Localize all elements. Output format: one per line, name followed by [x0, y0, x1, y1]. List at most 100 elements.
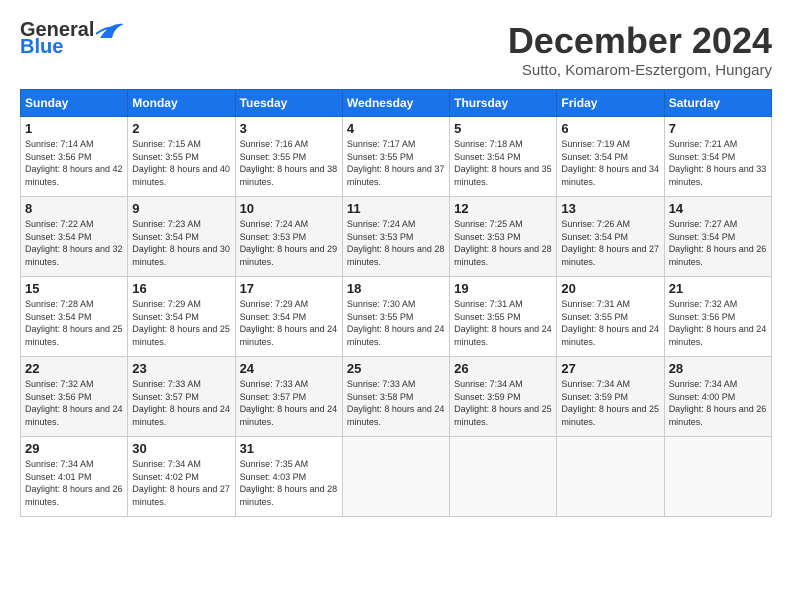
- week-row-5: 29 Sunrise: 7:34 AMSunset: 4:01 PMDayligh…: [21, 437, 772, 517]
- calendar-body: 1 Sunrise: 7:14 AMSunset: 3:56 PMDaylight…: [21, 117, 772, 517]
- calendar-cell: 26Sunrise: 7:34 AMSunset: 3:59 PMDayligh…: [450, 357, 557, 437]
- day-number: 27: [561, 361, 659, 376]
- day-number: 24: [240, 361, 338, 376]
- logo: General Blue: [20, 20, 124, 59]
- day-number: 25: [347, 361, 445, 376]
- day-info: Sunrise: 7:34 AMSunset: 4:02 PMDaylight:…: [132, 458, 230, 508]
- week-row-1: 1 Sunrise: 7:14 AMSunset: 3:56 PMDaylight…: [21, 117, 772, 197]
- day-number: 11: [347, 201, 445, 216]
- header-day-saturday: Saturday: [664, 90, 771, 117]
- day-number: 17: [240, 281, 338, 296]
- calendar-cell: 2Sunrise: 7:15 AMSunset: 3:55 PMDaylight…: [128, 117, 235, 197]
- calendar-header: SundayMondayTuesdayWednesdayThursdayFrid…: [21, 90, 772, 117]
- day-number: 22: [25, 361, 123, 376]
- day-number: 31: [240, 441, 338, 456]
- day-info: Sunrise: 7:23 AMSunset: 3:54 PMDaylight:…: [132, 218, 230, 268]
- calendar-cell: [557, 437, 664, 517]
- calendar-cell: 13 Sunrise: 7:26 AMSunset: 3:54 PMDayligh…: [557, 197, 664, 277]
- day-info: Sunrise: 7:32 AMSunset: 3:56 PMDaylight:…: [669, 298, 767, 348]
- day-info: Sunrise: 7:22 AMSunset: 3:54 PMDaylight:…: [25, 218, 123, 268]
- day-number: 16: [132, 281, 230, 296]
- day-number: 1: [25, 121, 123, 136]
- calendar-cell: 7 Sunrise: 7:21 AMSunset: 3:54 PMDaylight…: [664, 117, 771, 197]
- day-number: 8: [25, 201, 123, 216]
- calendar-cell: 27 Sunrise: 7:34 AMSunset: 3:59 PMDayligh…: [557, 357, 664, 437]
- day-info: Sunrise: 7:35 AMSunset: 4:03 PMDaylight:…: [240, 458, 338, 508]
- day-info: Sunrise: 7:34 AMSunset: 4:00 PMDaylight:…: [669, 378, 767, 428]
- day-info: Sunrise: 7:24 AMSunset: 3:53 PMDaylight:…: [347, 218, 445, 268]
- logo-bird-icon: [96, 20, 124, 40]
- day-info: Sunrise: 7:33 AMSunset: 3:58 PMDaylight:…: [347, 378, 445, 428]
- calendar-cell: 4Sunrise: 7:17 AMSunset: 3:55 PMDaylight…: [342, 117, 449, 197]
- day-info: Sunrise: 7:18 AMSunset: 3:54 PMDaylight:…: [454, 138, 552, 188]
- day-info: Sunrise: 7:14 AMSunset: 3:56 PMDaylight:…: [25, 138, 123, 188]
- calendar-cell: 5 Sunrise: 7:18 AMSunset: 3:54 PMDaylight…: [450, 117, 557, 197]
- calendar-cell: [450, 437, 557, 517]
- calendar-cell: 17 Sunrise: 7:29 AMSunset: 3:54 PMDayligh…: [235, 277, 342, 357]
- calendar-cell: 16Sunrise: 7:29 AMSunset: 3:54 PMDayligh…: [128, 277, 235, 357]
- day-number: 6: [561, 121, 659, 136]
- calendar-cell: 20Sunrise: 7:31 AMSunset: 3:55 PMDayligh…: [557, 277, 664, 357]
- calendar-cell: 9 Sunrise: 7:23 AMSunset: 3:54 PMDaylight…: [128, 197, 235, 277]
- day-info: Sunrise: 7:16 AMSunset: 3:55 PMDaylight:…: [240, 138, 338, 188]
- calendar-cell: 30 Sunrise: 7:34 AMSunset: 4:02 PMDayligh…: [128, 437, 235, 517]
- calendar-cell: 29 Sunrise: 7:34 AMSunset: 4:01 PMDayligh…: [21, 437, 128, 517]
- day-info: Sunrise: 7:21 AMSunset: 3:54 PMDaylight:…: [669, 138, 767, 188]
- day-info: Sunrise: 7:19 AMSunset: 3:54 PMDaylight:…: [561, 138, 659, 188]
- header-day-sunday: Sunday: [21, 90, 128, 117]
- day-number: 30: [132, 441, 230, 456]
- calendar-cell: 12Sunrise: 7:25 AMSunset: 3:53 PMDayligh…: [450, 197, 557, 277]
- day-number: 23: [132, 361, 230, 376]
- calendar-cell: 21Sunrise: 7:32 AMSunset: 3:56 PMDayligh…: [664, 277, 771, 357]
- day-number: 13: [561, 201, 659, 216]
- week-row-4: 22 Sunrise: 7:32 AMSunset: 3:56 PMDayligh…: [21, 357, 772, 437]
- day-info: Sunrise: 7:27 AMSunset: 3:54 PMDaylight:…: [669, 218, 767, 268]
- day-info: Sunrise: 7:33 AMSunset: 3:57 PMDaylight:…: [132, 378, 230, 428]
- day-info: Sunrise: 7:29 AMSunset: 3:54 PMDaylight:…: [240, 298, 338, 348]
- day-number: 20: [561, 281, 659, 296]
- logo-blue: Blue: [20, 36, 63, 59]
- calendar-cell: 28Sunrise: 7:34 AMSunset: 4:00 PMDayligh…: [664, 357, 771, 437]
- header-day-wednesday: Wednesday: [342, 90, 449, 117]
- day-info: Sunrise: 7:26 AMSunset: 3:54 PMDaylight:…: [561, 218, 659, 268]
- day-info: Sunrise: 7:31 AMSunset: 3:55 PMDaylight:…: [454, 298, 552, 348]
- calendar-cell: [664, 437, 771, 517]
- day-info: Sunrise: 7:15 AMSunset: 3:55 PMDaylight:…: [132, 138, 230, 188]
- location: Sutto, Komarom-Esztergom, Hungary: [508, 62, 772, 79]
- day-info: Sunrise: 7:34 AMSunset: 3:59 PMDaylight:…: [454, 378, 552, 428]
- header-day-friday: Friday: [557, 90, 664, 117]
- day-number: 29: [25, 441, 123, 456]
- calendar-cell: 18 Sunrise: 7:30 AMSunset: 3:55 PMDayligh…: [342, 277, 449, 357]
- day-info: Sunrise: 7:30 AMSunset: 3:55 PMDaylight:…: [347, 298, 445, 348]
- week-row-2: 8 Sunrise: 7:22 AMSunset: 3:54 PMDaylight…: [21, 197, 772, 277]
- day-info: Sunrise: 7:28 AMSunset: 3:54 PMDaylight:…: [25, 298, 123, 348]
- day-number: 14: [669, 201, 767, 216]
- calendar-table: SundayMondayTuesdayWednesdayThursdayFrid…: [20, 89, 772, 517]
- week-row-3: 15 Sunrise: 7:28 AMSunset: 3:54 PMDayligh…: [21, 277, 772, 357]
- header-day-thursday: Thursday: [450, 90, 557, 117]
- day-number: 10: [240, 201, 338, 216]
- calendar-cell: 15 Sunrise: 7:28 AMSunset: 3:54 PMDayligh…: [21, 277, 128, 357]
- day-number: 7: [669, 121, 767, 136]
- day-info: Sunrise: 7:32 AMSunset: 3:56 PMDaylight:…: [25, 378, 123, 428]
- day-number: 9: [132, 201, 230, 216]
- calendar-cell: 1 Sunrise: 7:14 AMSunset: 3:56 PMDaylight…: [21, 117, 128, 197]
- day-number: 4: [347, 121, 445, 136]
- page-header: General Blue December 2024 Sutto, Komaro…: [20, 20, 772, 79]
- calendar-cell: 6 Sunrise: 7:19 AMSunset: 3:54 PMDaylight…: [557, 117, 664, 197]
- month-title: December 2024: [508, 20, 772, 62]
- calendar-cell: 31 Sunrise: 7:35 AMSunset: 4:03 PMDayligh…: [235, 437, 342, 517]
- header-day-tuesday: Tuesday: [235, 90, 342, 117]
- calendar-cell: 8 Sunrise: 7:22 AMSunset: 3:54 PMDaylight…: [21, 197, 128, 277]
- day-info: Sunrise: 7:24 AMSunset: 3:53 PMDaylight:…: [240, 218, 338, 268]
- calendar-cell: 24 Sunrise: 7:33 AMSunset: 3:57 PMDayligh…: [235, 357, 342, 437]
- calendar-cell: 3Sunrise: 7:16 AMSunset: 3:55 PMDaylight…: [235, 117, 342, 197]
- day-info: Sunrise: 7:33 AMSunset: 3:57 PMDaylight:…: [240, 378, 338, 428]
- day-info: Sunrise: 7:34 AMSunset: 3:59 PMDaylight:…: [561, 378, 659, 428]
- day-number: 5: [454, 121, 552, 136]
- day-number: 18: [347, 281, 445, 296]
- day-number: 15: [25, 281, 123, 296]
- header-row: SundayMondayTuesdayWednesdayThursdayFrid…: [21, 90, 772, 117]
- day-info: Sunrise: 7:34 AMSunset: 4:01 PMDaylight:…: [25, 458, 123, 508]
- title-block: December 2024 Sutto, Komarom-Esztergom, …: [508, 20, 772, 79]
